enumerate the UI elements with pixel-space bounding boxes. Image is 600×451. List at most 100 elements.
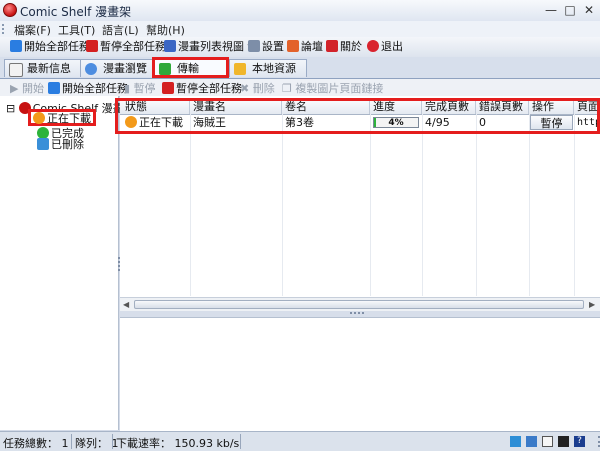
table-row[interactable]: 正在下載 海賊王 第3卷 4% 4/95 0 暫停 http xyxy=(120,115,600,130)
col-page[interactable]: 頁面 xyxy=(574,100,600,114)
progress-bar: 4% xyxy=(373,117,419,128)
col-comic[interactable]: 漫畫名 xyxy=(190,100,282,114)
tab-news[interactable]: 最新信息 xyxy=(4,59,82,77)
start-all-label: 開始全部任務 xyxy=(24,40,90,53)
progress-text: 4% xyxy=(388,118,404,128)
play-icon xyxy=(10,40,22,52)
maximize-button[interactable]: □ xyxy=(561,2,579,18)
vertical-splitter-grip[interactable] xyxy=(118,257,122,271)
scroll-left-icon[interactable]: ◀ xyxy=(123,300,129,309)
column-divider xyxy=(422,114,423,296)
delete-label: 刪除 xyxy=(252,82,275,95)
trash-icon xyxy=(37,138,49,150)
sub-pause-all-button[interactable]: 暫停全部任務 xyxy=(162,80,242,96)
col-volume[interactable]: 卷名 xyxy=(282,100,370,114)
col-action[interactable]: 操作 xyxy=(529,100,574,114)
tab-local[interactable]: 本地資源 xyxy=(229,59,307,77)
menu-bar: 檔案(F) 工具(T) 語言(L) 幫助(H) xyxy=(0,21,600,38)
scroll-right-icon[interactable]: ▶ xyxy=(589,300,595,309)
row-status: 正在下載 xyxy=(122,115,190,130)
globe-icon xyxy=(85,63,97,75)
tree-item-deleted[interactable]: 已刪除 xyxy=(37,136,84,152)
menu-language[interactable]: 語言(L) xyxy=(102,22,139,38)
task-total-label: 任務總數： xyxy=(3,437,58,450)
start-button[interactable]: ▶ 開始 xyxy=(10,80,44,96)
column-divider xyxy=(370,114,371,296)
download-icon xyxy=(159,63,171,75)
downloading-status-icon xyxy=(125,116,137,128)
col-errors[interactable]: 錯誤頁數 xyxy=(476,100,529,114)
title-bar: Comic Shelf 漫畫架 — □ ✕ xyxy=(0,0,600,22)
tab-transfer-label: 傳輸 xyxy=(177,62,199,75)
forum-label: 論壇 xyxy=(301,40,323,53)
menu-file[interactable]: 檔案(F) xyxy=(14,22,51,38)
status-separator xyxy=(112,434,113,449)
tree-item-downloading[interactable]: 正在下載 xyxy=(28,109,96,126)
row-errors: 0 xyxy=(479,116,486,129)
col-done[interactable]: 完成頁數 xyxy=(422,100,476,114)
view-button[interactable]: 漫畫列表視圖 ▾ xyxy=(164,39,253,55)
exit-button[interactable]: 退出 xyxy=(367,39,403,55)
scroll-thumb[interactable] xyxy=(134,300,584,309)
app-icon xyxy=(3,3,17,17)
folder-icon xyxy=(234,63,246,75)
row-comic: 海賊王 xyxy=(193,116,226,129)
grip-icon xyxy=(2,24,7,34)
settings-button[interactable]: 設置 xyxy=(248,39,284,55)
delete-button[interactable]: ✖ 刪除 xyxy=(240,80,275,96)
settings-label: 設置 xyxy=(262,40,284,53)
row-page: http xyxy=(577,117,600,128)
help-icon[interactable]: ? xyxy=(574,436,585,447)
sound-icon[interactable] xyxy=(558,436,569,447)
pause-all-button[interactable]: 暫停全部任務 xyxy=(86,39,166,55)
pause-icon xyxy=(86,40,98,52)
task-grid: 狀態 漫畫名 卷名 進度 完成頁數 錯誤頁數 操作 頁面 正在下載 海賊王 第3… xyxy=(115,96,600,312)
speed-label: 下載速率： xyxy=(116,437,171,450)
pause-all-label: 暫停全部任務 xyxy=(100,40,166,53)
window-title: Comic Shelf 漫畫架 xyxy=(20,5,132,19)
window-icon[interactable] xyxy=(542,436,553,447)
resize-grip-icon[interactable] xyxy=(589,436,600,447)
tab-local-label: 本地資源 xyxy=(252,62,296,75)
news-icon xyxy=(9,63,23,77)
column-divider xyxy=(574,114,575,296)
about-label: 關於 xyxy=(340,40,362,53)
sub-pause-all-label: 暫停全部任務 xyxy=(176,82,242,95)
col-progress[interactable]: 進度 xyxy=(370,100,422,114)
tab-transfer[interactable]: 傳輸 xyxy=(152,57,229,78)
gear-icon xyxy=(248,40,260,52)
pause-label: 暫停 xyxy=(133,82,156,95)
pause-button[interactable]: ▮ 暫停 xyxy=(124,80,156,96)
copy-url-label: 複製圖片頁面鏈接 xyxy=(295,82,384,95)
close-button[interactable]: ✕ xyxy=(580,2,598,18)
column-divider xyxy=(282,114,283,296)
exit-icon xyxy=(367,40,379,52)
task-total-value: 1 xyxy=(61,437,69,450)
main-toolbar: 開始全部任務 暫停全部任務 漫畫列表視圖 ▾ 設置 論壇 關於 退出 xyxy=(0,37,600,58)
tab-browser[interactable]: 漫畫瀏覽器 xyxy=(80,59,156,93)
download-speed: 下載速率： 150.93 kb/s xyxy=(116,435,239,451)
start-label: 開始 xyxy=(21,82,44,95)
menu-help[interactable]: 幫助(H) xyxy=(146,22,185,38)
sub-start-all-button[interactable]: 開始全部任務 xyxy=(48,80,128,96)
column-divider xyxy=(529,114,530,296)
minimize-button[interactable]: — xyxy=(542,2,560,18)
start-all-button[interactable]: 開始全部任務 xyxy=(10,39,90,55)
row-status-label: 正在下載 xyxy=(139,116,183,129)
horizontal-scrollbar[interactable]: ◀ ▶ xyxy=(120,297,600,312)
pause-all-icon xyxy=(162,82,174,94)
col-status[interactable]: 狀態 xyxy=(122,100,190,114)
row-done: 4/95 xyxy=(425,116,450,129)
view-label: 漫畫列表視圖 xyxy=(178,40,244,53)
network-icon[interactable] xyxy=(510,436,521,447)
copy-url-button[interactable]: ❐ 複製圖片頁面鏈接 xyxy=(282,80,383,96)
forum-button[interactable]: 論壇 xyxy=(287,39,323,55)
pause-row-button[interactable]: 暫停 xyxy=(530,115,573,130)
list-icon xyxy=(164,40,176,52)
monitor-icon[interactable] xyxy=(526,436,537,447)
status-separator xyxy=(71,434,72,449)
menu-tools[interactable]: 工具(T) xyxy=(58,22,95,38)
about-button[interactable]: 關於 xyxy=(326,39,362,55)
row-volume: 第3卷 xyxy=(285,116,314,129)
status-separator xyxy=(240,434,241,449)
